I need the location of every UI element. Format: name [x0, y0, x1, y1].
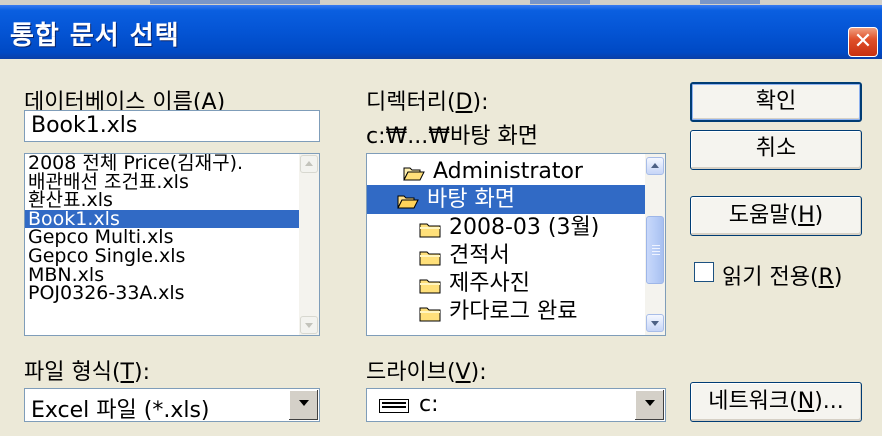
directory-tree[interactable]: Administrator 바탕 화면 2008-03 (3월) 견적서제주사진카다로… — [366, 153, 666, 336]
title-bar[interactable]: 통합 문서 선택 ✕ — [0, 5, 882, 59]
directory-item[interactable]: 견적서 — [367, 241, 645, 270]
directory-item-label: Administrator — [433, 159, 583, 184]
network-button[interactable]: 네트워크(N)... — [690, 382, 862, 422]
dropdown-button[interactable] — [634, 390, 664, 420]
directory-item[interactable]: 카다로그 완료 — [367, 297, 645, 326]
drive-icon — [379, 399, 409, 413]
drive-label: 드라이브(V): — [366, 354, 487, 386]
down-arrow-icon — [651, 321, 659, 326]
chevron-down-icon — [645, 400, 655, 406]
close-button[interactable]: ✕ — [848, 27, 878, 57]
label-text: ) — [833, 265, 843, 290]
label-text: 읽기 전용( — [722, 265, 819, 290]
label-text: 도움말( — [728, 203, 799, 228]
file-list-item[interactable]: 2008 전체 Price(김재구). — [25, 154, 299, 173]
up-arrow-icon — [305, 161, 313, 166]
label-text: ): — [472, 90, 489, 115]
folder-icon — [419, 303, 441, 322]
directory-item-label: 견적서 — [449, 243, 510, 268]
file-list[interactable]: 2008 전체 Price(김재구). 배관배선 조건표.xls 환산표.xls Bo… — [24, 153, 320, 336]
directory-item[interactable]: 2008-03 (3월) — [367, 213, 645, 242]
scroll-up-button[interactable] — [300, 155, 318, 173]
file-list-item[interactable]: POJ0326-33A.xls — [25, 284, 299, 303]
open-folder-icon — [403, 163, 425, 181]
window-title: 통합 문서 선택 — [10, 21, 180, 51]
database-name-input[interactable]: Book1.xls — [24, 110, 320, 142]
background-window-edge — [700, 0, 760, 4]
directory-item-label: 제주사진 — [449, 271, 530, 296]
close-icon: ✕ — [853, 29, 873, 54]
file-type-label: 파일 형식(T): — [24, 354, 150, 386]
help-button[interactable]: 도움말(H) — [690, 196, 862, 236]
directory-item[interactable]: 바탕 화면 — [367, 185, 645, 214]
grip-line — [652, 248, 660, 249]
directory-item-label: 2008-03 (3월) — [449, 215, 600, 240]
label-text: ): — [470, 360, 487, 385]
background-window-edge — [530, 0, 590, 4]
readonly-label[interactable]: 읽기 전용(R) — [722, 259, 842, 291]
grip-line — [652, 254, 660, 255]
file-type-value: Excel 파일 (*.xls) — [31, 398, 210, 423]
folder-icon — [419, 275, 441, 294]
grip-line — [652, 251, 660, 252]
drive-value: c: — [419, 392, 439, 417]
directory-item[interactable]: 제주사진 — [367, 269, 645, 298]
file-list-scrollbar[interactable] — [299, 154, 319, 335]
label-text: 디렉터리( — [366, 90, 456, 115]
down-arrow-icon — [305, 323, 313, 328]
file-list-item[interactable]: 환산표.xls — [25, 191, 299, 210]
accesskey: R — [818, 265, 834, 290]
accesskey: N — [797, 389, 815, 414]
background-window-edge — [150, 0, 320, 4]
dropdown-button[interactable] — [288, 390, 318, 420]
readonly-checkbox[interactable] — [694, 262, 714, 282]
directory-item-label: 카다로그 완료 — [449, 299, 578, 324]
directory-path: c:₩...₩바탕 화면 — [366, 124, 538, 149]
drive-select[interactable]: c: — [366, 388, 666, 422]
scroll-down-button[interactable] — [646, 314, 664, 332]
accesskey: T — [120, 360, 134, 385]
directory-label: 디렉터리(D): — [366, 84, 489, 116]
open-folder-icon — [397, 191, 419, 209]
up-arrow-icon — [651, 163, 659, 168]
file-list-item[interactable]: Gepco Single.xls — [25, 247, 299, 266]
scroll-down-button[interactable] — [300, 316, 318, 334]
label-text: ) — [814, 203, 824, 228]
folder-icon — [419, 219, 441, 238]
grip-line — [652, 245, 660, 246]
file-type-select[interactable]: Excel 파일 (*.xls) — [24, 388, 320, 423]
label-text: )... — [814, 389, 844, 414]
cancel-button[interactable]: 취소 — [690, 130, 862, 170]
label-text: 네트워크( — [708, 389, 798, 414]
accesskey: V — [455, 360, 471, 385]
label-text: 파일 형식( — [24, 360, 121, 385]
accesskey: H — [798, 203, 815, 228]
label-text: ): — [134, 360, 150, 385]
chevron-down-icon — [299, 400, 309, 406]
accesskey: D — [455, 90, 473, 115]
file-list-items: 2008 전체 Price(김재구). 배관배선 조건표.xls 환산표.xls Bo… — [25, 154, 299, 303]
directory-scrollbar[interactable] — [645, 154, 665, 335]
folder-icon — [419, 247, 441, 266]
scroll-up-button[interactable] — [646, 157, 664, 175]
directory-tree-items: Administrator 바탕 화면 2008-03 (3월) 견적서제주사진카다로… — [367, 157, 665, 335]
label-text: 드라이브( — [366, 360, 456, 385]
directory-item-label: 바탕 화면 — [427, 187, 515, 212]
ok-button[interactable]: 확인 — [690, 82, 862, 122]
directory-item[interactable]: Administrator — [367, 157, 645, 186]
scroll-thumb[interactable] — [646, 216, 664, 284]
